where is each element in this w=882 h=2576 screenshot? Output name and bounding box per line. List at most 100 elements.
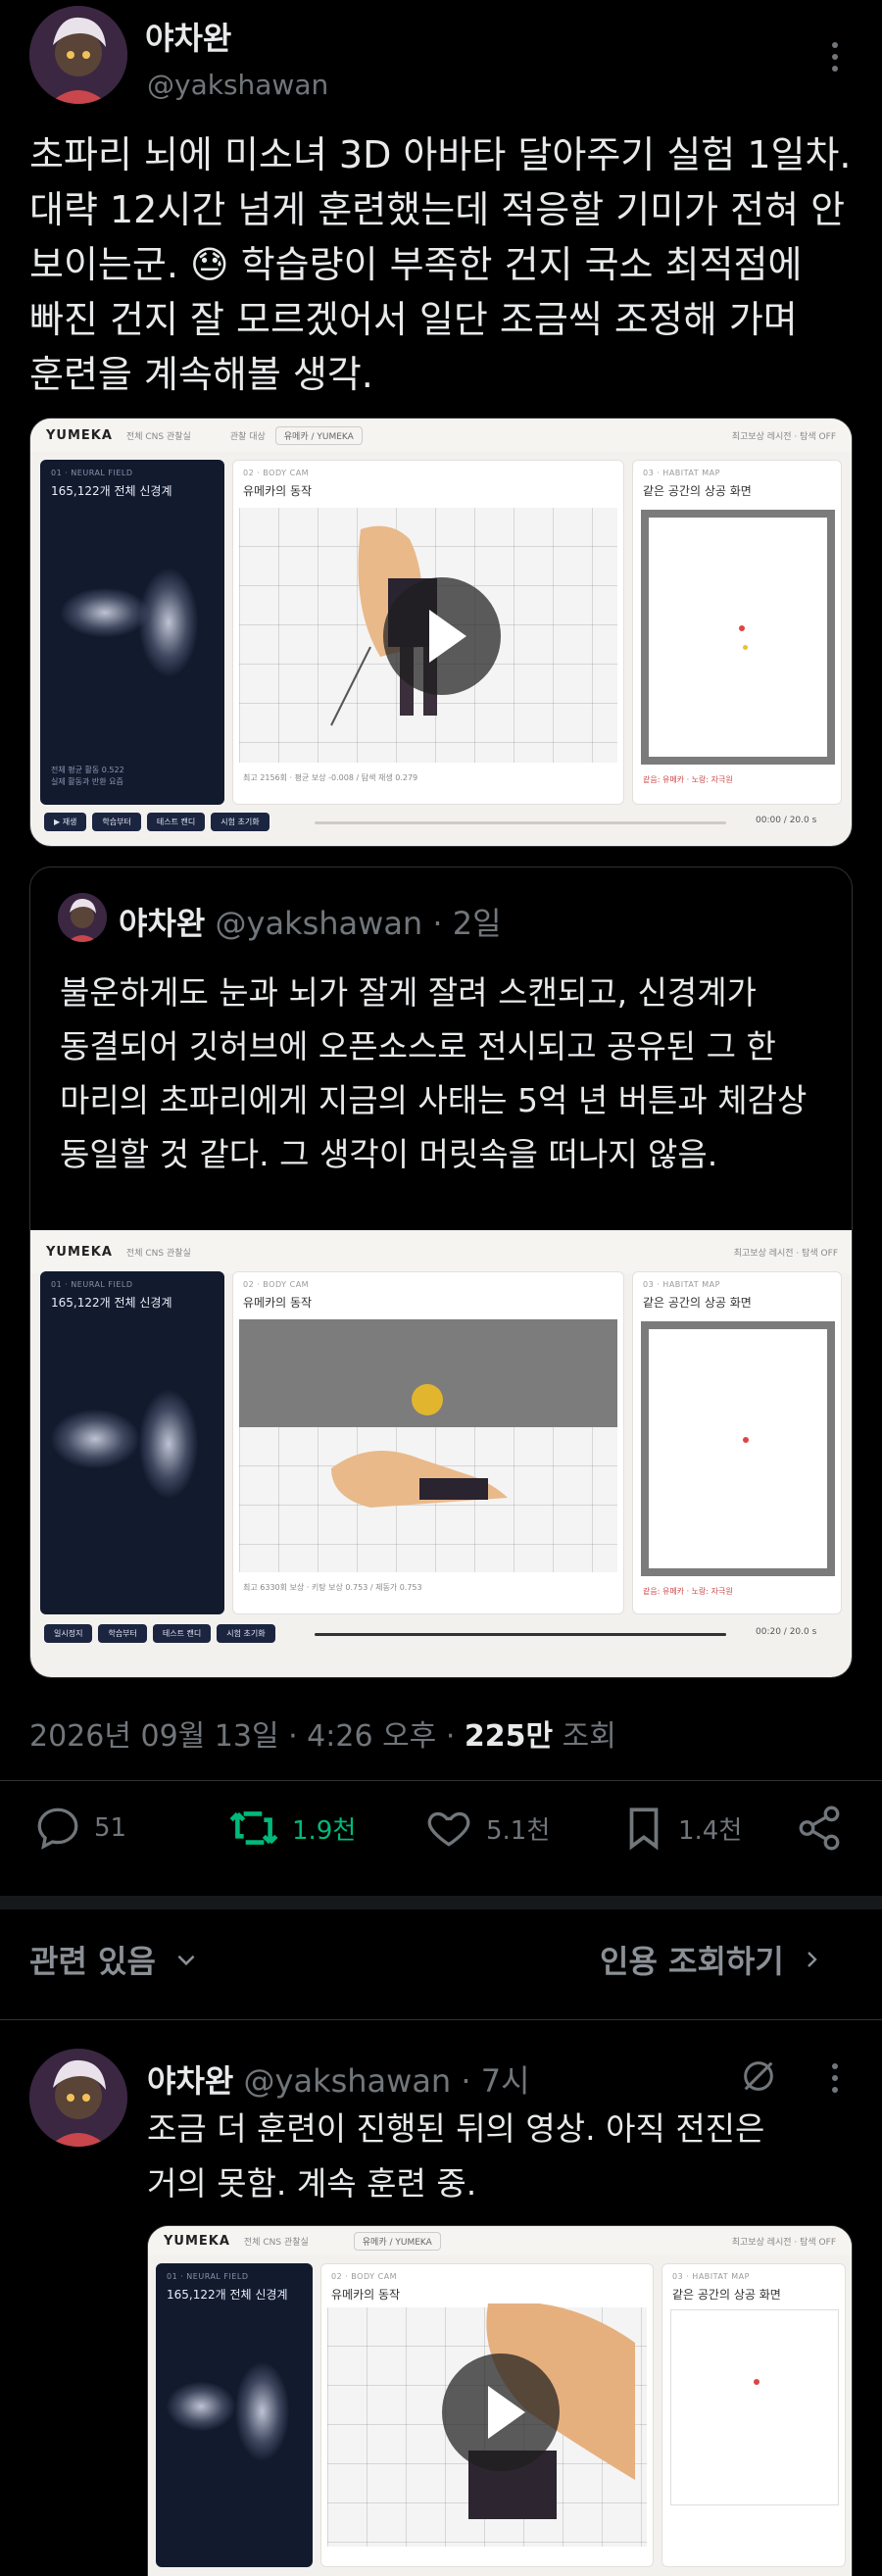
retweet-button[interactable]: 1.9천 xyxy=(227,1804,356,1853)
play-icon[interactable] xyxy=(442,2353,560,2471)
neural-field-panel: 01 · NEURAL FIELD 165,122개 전체 신경계 xyxy=(40,1271,224,1614)
panel-title: 165,122개 전체 신경계 xyxy=(51,484,172,498)
view-quotes-link[interactable]: 인용 조회하기 xyxy=(600,1937,823,1982)
tweet-meta: 2026년 09월 13일 · 4:26 오후 · 225만 조회 xyxy=(29,1711,616,1755)
habitat-map-panel: 03 · HABITAT MAP 같은 공간의 상공 화면 xyxy=(662,2263,846,2567)
app-subtitle: 전체 CNS 관찰실 xyxy=(125,431,191,442)
tweet-timestamp[interactable]: 2026년 09월 13일 · 4:26 오후 · xyxy=(29,1719,465,1754)
test-button[interactable]: 테스트 캔디 xyxy=(152,1624,212,1643)
body-stats: 최고 2156회 · 평균 보상 -0.008 / 탐색 재생 0.279 xyxy=(243,773,418,782)
panel-label: 03 · HABITAT MAP xyxy=(643,1280,720,1289)
quote-video[interactable]: YUMEKA 전체 CNS 관찰실 최고보상 레시전 · 탐색 OFF 01 ·… xyxy=(30,1230,852,1677)
app-status: 최고보상 레시전 · 탐색 OFF xyxy=(731,2237,836,2248)
like-count: 5.1천 xyxy=(486,1815,551,1846)
reply-video[interactable]: YUMEKA 전체 CNS 관찰실 유메카 / YUMEKA 최고보상 레시전 … xyxy=(147,2225,853,2576)
panel-label: 01 · NEURAL FIELD xyxy=(167,2272,249,2281)
app-subtitle: 전체 CNS 관찰실 xyxy=(243,2237,309,2248)
play-icon[interactable] xyxy=(383,577,501,695)
app-brand: YUMEKA xyxy=(46,1244,113,1260)
neural-stats: 전체 평균 활동 0.522 실제 활동과 반환 요즘 xyxy=(51,766,124,786)
habitat-map xyxy=(670,2309,839,2505)
quote-header: 야차완 @yakshawan · 2일 xyxy=(119,899,502,944)
author-handle[interactable]: @yakshawan xyxy=(147,69,328,101)
habitat-map-panel: 03 · HABITAT MAP 같은 공간의 상공 화면 같음: 유메카 · … xyxy=(632,460,842,805)
author-name[interactable]: 야차완 xyxy=(145,14,231,59)
reset-button[interactable]: 시험 초기화 xyxy=(217,1624,275,1643)
section-separator xyxy=(0,1896,882,1909)
control-buttons: 일시정지 학습부터 테스트 캔디 시험 초기화 xyxy=(44,1624,275,1643)
quote-text: 불운하게도 눈과 뇌가 잘게 잘려 스캔되고, 신경계가 동결되어 깃허브에 오… xyxy=(60,973,808,1173)
quoted-tweet[interactable]: 야차완 @yakshawan · 2일 불운하게도 눈과 뇌가 잘게 잘려 스캔… xyxy=(29,867,853,1678)
subject-select[interactable]: 유메카 / YUMEKA xyxy=(353,2231,441,2251)
quote-author-name: 야차완 xyxy=(119,905,206,942)
panel-title: 유메카의 동작 xyxy=(243,1296,313,1310)
pause-button[interactable]: 일시정지 xyxy=(44,1624,93,1643)
tweet-text: 초파리 뇌에 미소녀 3D 아바타 달아주기 실험 1일차. 대략 12시간 넘… xyxy=(29,133,852,396)
more-options-icon[interactable] xyxy=(827,39,843,74)
quote-author-avatar xyxy=(58,893,107,942)
neuron-cluster xyxy=(51,1410,139,1468)
panel-title: 같은 공간의 상공 화면 xyxy=(672,2288,781,2302)
view-count: 225만 xyxy=(464,1719,554,1754)
retweet-icon xyxy=(229,1811,278,1845)
play-control-button[interactable]: ▶ 재생 xyxy=(44,813,87,831)
control-buttons: ▶ 재생 학습부터 테스트 캔디 시험 초기화 xyxy=(44,813,270,831)
view-label: 조회 xyxy=(553,1719,616,1754)
panel-label: 01 · NEURAL FIELD xyxy=(51,1280,133,1289)
panel-label: 02 · BODY CAM xyxy=(243,1280,310,1289)
neuron-cluster xyxy=(235,2362,289,2460)
panel-title: 유메카의 동작 xyxy=(243,484,313,498)
reply-author-name[interactable]: 야차완 xyxy=(147,2062,233,2100)
body-stats: 최고 6330회 보상 · 키탕 보상 0.753 / 제동가 0.753 xyxy=(243,1583,422,1592)
avatar-marker xyxy=(739,625,745,631)
reset-button[interactable]: 시험 초기화 xyxy=(211,813,270,831)
panel-label: 02 · BODY CAM xyxy=(243,469,310,477)
video-time: 00:20 / 20.0 s xyxy=(756,1627,817,1637)
app-status: 최고보상 레시전 · 탐색 OFF xyxy=(733,1248,838,1259)
grok-slash-icon[interactable] xyxy=(739,2056,778,2096)
divider xyxy=(0,2019,882,2020)
quote-author-handle: @yakshawan xyxy=(215,905,423,942)
habitat-map-panel: 03 · HABITAT MAP 같은 공간의 상공 화면 같음: 유메카 · … xyxy=(632,1271,842,1614)
author-avatar[interactable] xyxy=(29,6,127,104)
learn-button[interactable]: 학습부터 xyxy=(98,1624,147,1643)
neuron-cluster xyxy=(61,588,149,637)
select-label: 관찰 대상 xyxy=(229,431,266,442)
app-topbar: YUMEKA 전체 CNS 관찰실 최고보상 레시전 · 탐색 OFF xyxy=(30,1230,852,1273)
panel-title: 같은 공간의 상공 화면 xyxy=(643,1296,752,1310)
panel-label: 03 · HABITAT MAP xyxy=(672,2272,750,2281)
habitat-map xyxy=(641,1321,835,1576)
bookmark-button[interactable]: 1.4천 xyxy=(621,1804,742,1853)
map-legend: 같음: 유메카 · 노랑: 자극원 xyxy=(643,1587,733,1596)
retweet-count: 1.9천 xyxy=(292,1815,357,1846)
share-button[interactable] xyxy=(794,1804,845,1853)
video-timeline[interactable] xyxy=(315,821,726,824)
more-options-icon[interactable] xyxy=(827,2060,843,2096)
related-toggle[interactable]: 관련 있음 xyxy=(29,1937,199,1982)
learn-button[interactable]: 학습부터 xyxy=(92,813,141,831)
reply-author-handle[interactable]: @yakshawan xyxy=(244,2062,452,2100)
body-cam-panel: 02 · BODY CAM 유메카의 동작 최고 6330회 보상 · 키탕 보… xyxy=(232,1271,624,1614)
reply-author-avatar[interactable] xyxy=(29,2049,127,2147)
bookmark-count: 1.4천 xyxy=(678,1815,743,1846)
habitat-map xyxy=(641,510,835,765)
panel-label: 03 · HABITAT MAP xyxy=(643,469,720,477)
reply-text: 조금 더 훈련이 진행된 뒤의 영상. 아직 전진은 거의 못함. 계속 훈련 … xyxy=(147,2109,765,2203)
reply-button[interactable]: 51 xyxy=(33,1804,126,1853)
video-timeline[interactable] xyxy=(315,1633,726,1636)
view-quotes-label: 인용 조회하기 xyxy=(600,1943,784,1980)
subject-select[interactable]: 유메카 / YUMEKA xyxy=(274,425,363,445)
like-button[interactable]: 5.1천 xyxy=(423,1804,550,1853)
share-icon xyxy=(799,1806,840,1851)
tweet-video-1[interactable]: YUMEKA 전체 CNS 관찰실 관찰 대상 유메카 / YUMEKA 최고보… xyxy=(29,418,853,847)
reply-time[interactable]: · 7시 xyxy=(461,2062,529,2100)
panel-title: 165,122개 전체 신경계 xyxy=(51,1296,172,1310)
map-legend: 같음: 유메카 · 노랑: 자극원 xyxy=(643,775,733,784)
test-button[interactable]: 테스트 캔디 xyxy=(146,813,206,831)
chevron-down-icon xyxy=(177,1955,195,1966)
app-status: 최고보상 레시전 · 탐색 OFF xyxy=(731,431,836,442)
panel-label: 02 · BODY CAM xyxy=(331,2272,398,2281)
app-subtitle: 전체 CNS 관찰실 xyxy=(125,1248,191,1259)
neural-field-panel: 01 · NEURAL FIELD 165,122개 전체 신경계 xyxy=(156,2263,313,2567)
bookmark-icon xyxy=(629,1808,659,1851)
